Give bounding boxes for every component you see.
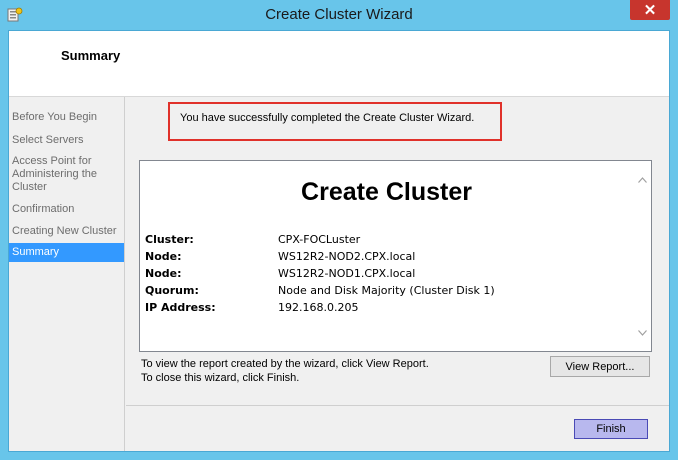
scroll-down-icon[interactable] [634, 324, 651, 341]
nav-item-summary[interactable]: Summary [9, 243, 124, 262]
nav-item-before-you-begin[interactable]: Before You Begin [9, 111, 124, 124]
nav-item-access-point[interactable]: Access Point for Administering the Clust… [9, 155, 124, 194]
window-title: Create Cluster Wizard [265, 6, 413, 23]
report-value: CPX-FOCLuster [278, 233, 361, 246]
view-report-hint: To view the report created by the wizard… [141, 358, 429, 370]
close-button[interactable]: ✕ [630, 0, 670, 20]
summary-panel: You have successfully completed the Crea… [126, 97, 669, 451]
close-hint: To close this wizard, click Finish. [141, 372, 300, 384]
nav-item-confirmation[interactable]: Confirmation [9, 203, 124, 216]
finish-button[interactable]: Finish [574, 419, 648, 439]
report-label: Quorum: [145, 284, 199, 297]
report-value: 192.168.0.205 [278, 301, 359, 314]
title-bar[interactable]: Create Cluster Wizard ✕ [0, 0, 678, 30]
report-viewer[interactable]: Create Cluster Cluster: CPX-FOCLuster No… [139, 160, 652, 352]
wizard-header: Summary [9, 31, 669, 97]
report-label: IP Address: [145, 301, 216, 314]
report-value: Node and Disk Majority (Cluster Disk 1) [278, 284, 495, 297]
nav-item-select-servers[interactable]: Select Servers [9, 134, 124, 147]
footer-divider [126, 405, 669, 406]
page-title: Summary [61, 48, 121, 63]
wizard-window: Create Cluster Wizard ✕ Summary Before Y… [0, 0, 678, 460]
close-icon: ✕ [643, 2, 657, 19]
report-value: WS12R2-NOD1.CPX.local [278, 267, 416, 280]
report-scrollbar[interactable] [634, 161, 651, 351]
report-heading: Create Cluster [301, 178, 472, 206]
nav-item-creating-new-cluster[interactable]: Creating New Cluster [9, 225, 124, 238]
success-message: You have successfully completed the Crea… [180, 112, 475, 124]
report-value: WS12R2-NOD2.CPX.local [278, 250, 416, 263]
view-report-button[interactable]: View Report... [550, 356, 650, 377]
report-label: Node: [145, 250, 182, 263]
wizard-client-area: Summary Before You Begin Select Servers … [8, 30, 670, 452]
scroll-up-icon[interactable] [634, 171, 651, 188]
report-label: Cluster: [145, 233, 194, 246]
report-label: Node: [145, 267, 182, 280]
wizard-step-nav: Before You Begin Select Servers Access P… [9, 97, 125, 451]
